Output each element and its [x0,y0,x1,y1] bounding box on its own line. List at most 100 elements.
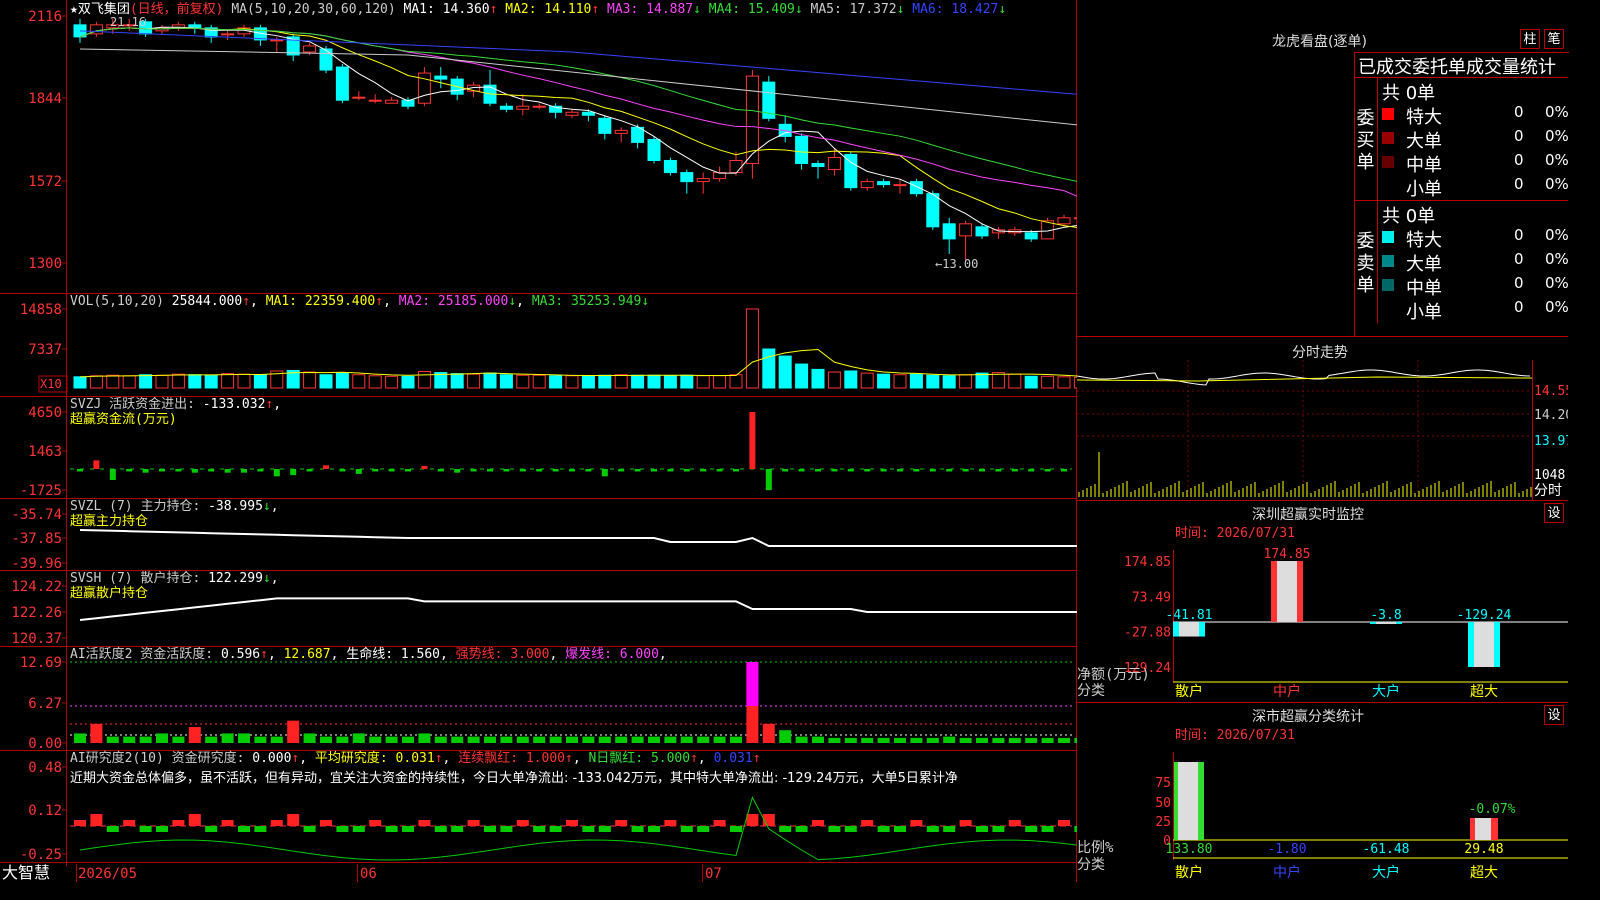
ai1-bar [533,736,546,743]
sell-row: 大单 0 0% [1382,250,1569,275]
intraday-title: 分时走势 [1292,345,1348,361]
ai1-bar [861,737,874,743]
volume-bar [1024,375,1038,389]
row-label: 小单 [1406,302,1442,323]
volume-bar [106,374,120,389]
volume-bar [877,373,891,389]
axis-label-2-0: 4650 [28,405,62,421]
monitor-value-1: 174.85 [1264,547,1311,562]
candle-body [352,96,366,99]
ai2-bar [254,826,267,832]
svzj-bar [569,469,575,472]
svzl-chart [79,529,1077,547]
axis-label-4-1: 122.26 [11,605,62,621]
axis-label-4-2: 120.37 [11,631,62,647]
svsh-chart [79,597,1077,621]
ai1-bar [74,733,86,743]
candle-body [647,138,661,162]
candle-body [319,48,333,71]
volume-bar [1057,376,1071,389]
svzj-bar [618,469,625,472]
ma-item-3: MA3: 14.887 [599,2,693,17]
ai2-bar [631,826,644,832]
ai2-bar [664,820,677,826]
svzj-bar [241,469,247,473]
ai2-bar [943,826,956,832]
monitor-chart: 时间: 2026/07/31 174.85 73.49 -27.88 -129.24 -4… [1077,526,1568,700]
ai2-bar [861,820,874,826]
monitor-value-0: -41.81 [1166,608,1213,623]
candle-body [663,160,677,174]
candle-body [581,111,595,116]
candle-body [926,193,940,228]
svzj-bar [683,469,690,472]
svzj-bar [634,469,641,472]
ai2-bar [434,826,447,832]
volume-bar [352,374,366,389]
ai2-bar [730,826,742,832]
tick-mode-button[interactable]: 笔 [1544,29,1564,49]
volume-bar [417,371,431,389]
row-percent: 0% [1545,274,1569,292]
date-label-0: 2026/05 [78,866,137,882]
volume-bar [401,375,415,389]
ai2-bar [680,826,693,832]
ai1-bar [106,736,119,743]
ai2-bar [172,820,185,826]
intraday-unit: 分时 [1534,483,1562,499]
ai1-bar [779,730,792,743]
ai1-header: AI活跃度2 资金活跃度: 0.596↑, 12.687, 生命线: 1.560… [70,646,667,662]
ai2-bar [484,826,496,832]
row-count: 0 [1514,274,1524,292]
ai-research-chart [70,795,1077,861]
candle-body [877,181,891,186]
svzj-bar [109,469,116,481]
volume-bar [844,370,858,389]
volume-bar [532,374,546,389]
row-percent: 0% [1545,226,1569,244]
ai2-bar [123,820,136,826]
candle-body [844,153,858,189]
axis-label-1-1: 7337 [28,342,62,358]
sell-row: 小单 0 0% [1382,298,1569,323]
monitor-axis-2: -27.88 [1124,626,1171,641]
classify-bar-3-highlight [1475,818,1491,840]
ai1-bar [844,737,857,743]
classify-axis-2: 25 [1155,815,1171,830]
classify-category-1: 中户 [1273,864,1301,881]
row-percent: 0% [1545,250,1569,268]
ai1-bar [648,736,660,743]
monitor-bar-highlight-3 [1474,621,1494,667]
volume-bar [253,374,267,389]
color-swatch [1382,180,1394,192]
classify-xlabel: 分类 [1077,857,1105,873]
main-chart-area[interactable]: 2116 1844 1572 1300 14858 7337 4650 1463 -1725 -3… [0,0,1077,882]
svzj-bar [372,469,379,472]
ai2-bar [467,820,480,826]
ai1-bar [221,733,234,743]
buy-row: 大单 0 0% [1382,127,1569,152]
svsh-header: SVSH (7) 散户持仓: 122.299↓, [70,570,279,586]
volume-bar [385,375,399,389]
panel-borders [0,0,1077,882]
ai2-header: AI研究度2(10) 资金研究度: 0.000↑, 平均研究度: 0.031↑,… [70,750,761,766]
volume-bar [795,363,809,389]
monitor-category-1: 中户 [1273,683,1301,700]
ma-item-1: MA1: 14.360 [404,2,490,17]
svzj-chart [70,412,1072,491]
svzj-bar [897,469,903,472]
bar-mode-button[interactable]: 柱 [1520,29,1540,49]
row-count: 0 [1514,103,1524,121]
candle-body [795,135,809,165]
candle-body [860,181,874,189]
row-count: 0 [1514,226,1524,244]
row-label: 大单 [1406,254,1442,275]
ai1-bar [959,737,972,743]
classify-category-3: 超大 [1470,865,1498,881]
vol-unit[interactable]: X10 [40,377,62,391]
row-label: 特大 [1406,107,1442,128]
volume-bar [122,375,136,389]
classify-bottom-label-0: 133.80 [1166,842,1213,857]
ma-item-4: MA4: 15.409 [701,2,795,17]
order-stats-header: 已成交委托单成交量统计 [1358,57,1556,78]
